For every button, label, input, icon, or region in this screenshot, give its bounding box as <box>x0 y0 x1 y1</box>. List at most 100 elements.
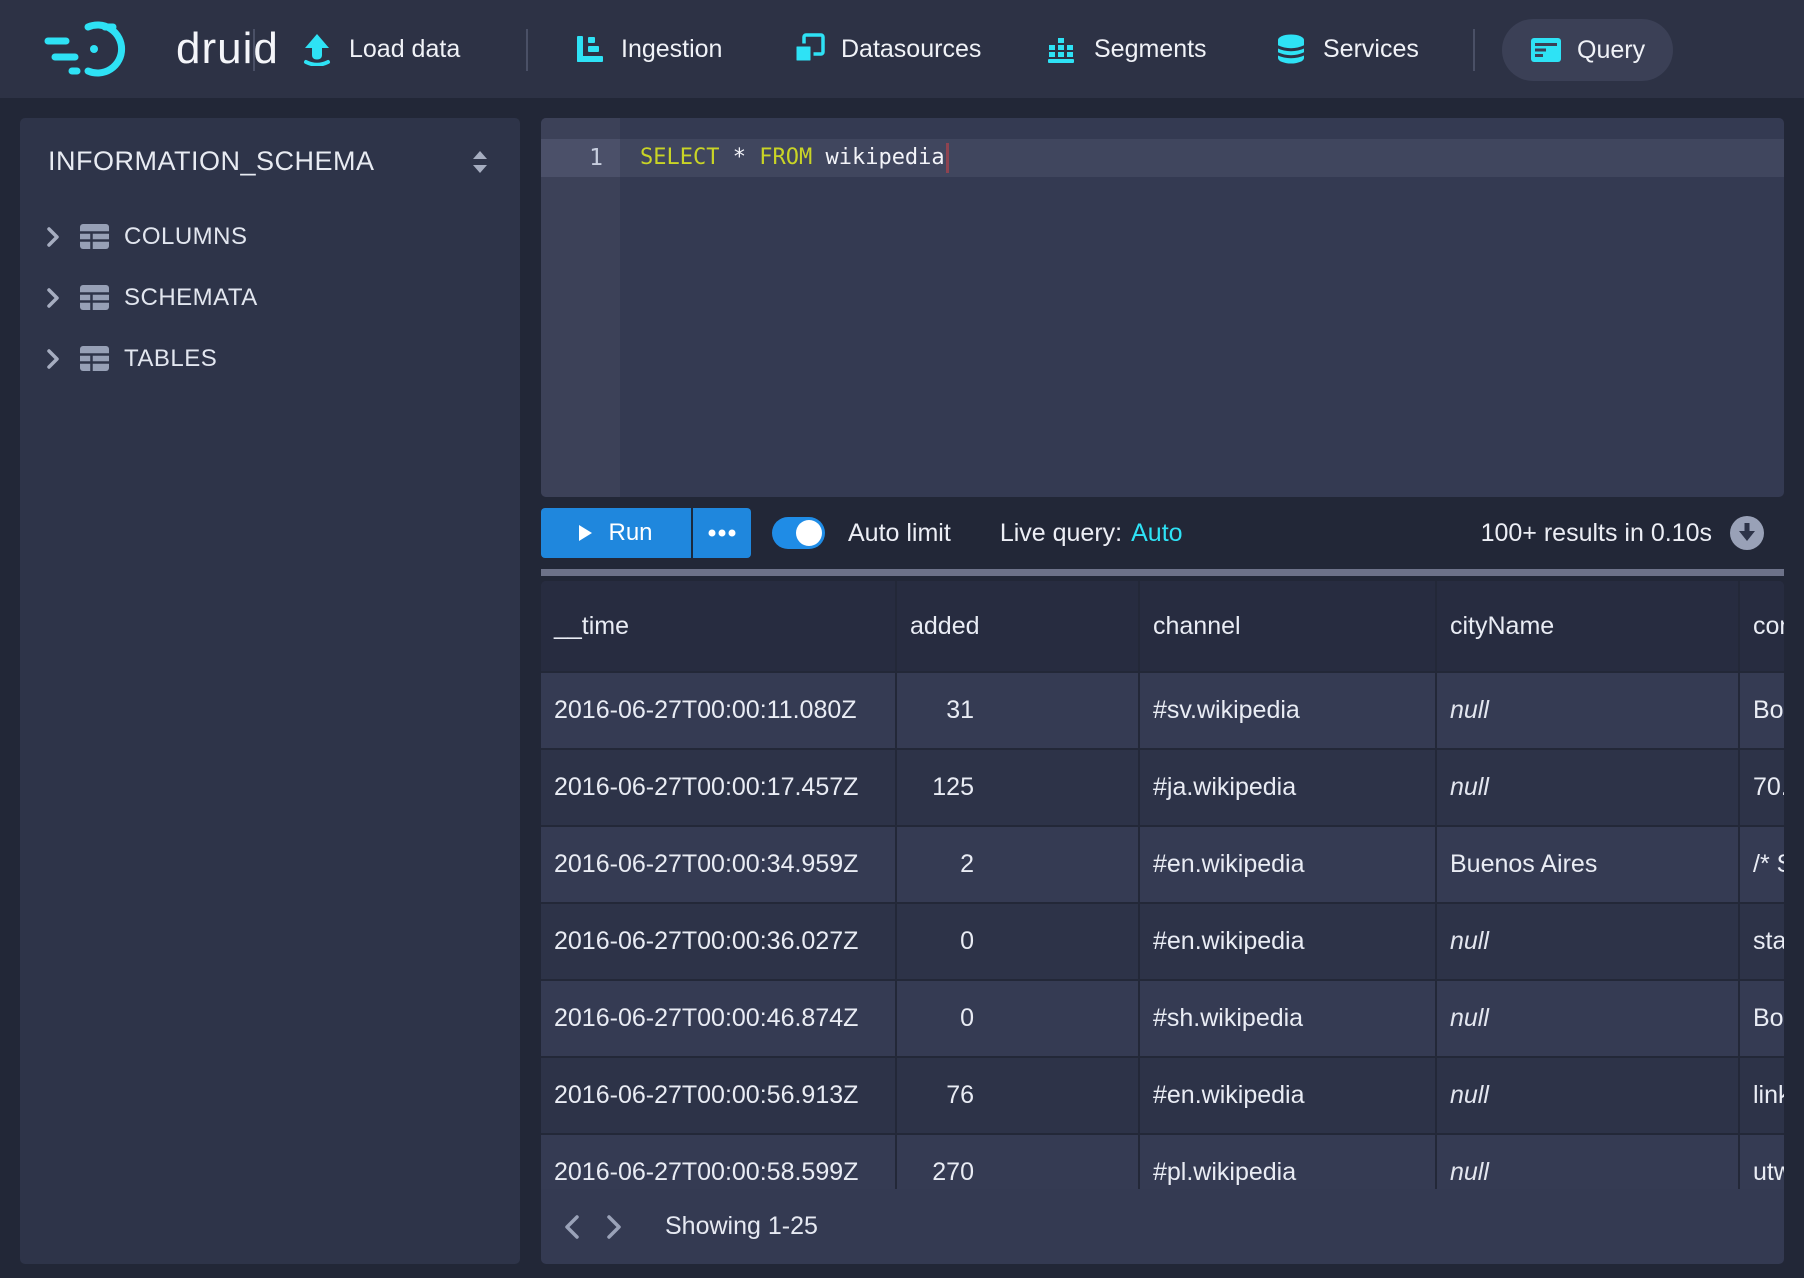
cell-time[interactable]: 2016-06-27T00:00:11.080Z <box>541 673 897 748</box>
run-bar: Run Auto limit Live query: Auto 100+ res… <box>541 497 1784 569</box>
services-icon <box>1274 32 1308 66</box>
cell-channel[interactable]: #en.wikipedia <box>1140 827 1437 902</box>
nav-item-ingestion[interactable]: Ingestion <box>574 0 722 98</box>
chevron-right-icon[interactable] <box>45 348 61 370</box>
cell-cityName[interactable]: null <box>1437 750 1740 825</box>
table-row: 2016-06-27T00:00:17.457Z 125 #ja.wikiped… <box>541 748 1784 825</box>
cell-time[interactable]: 2016-06-27T00:00:36.027Z <box>541 904 897 979</box>
column-header-cityName[interactable]: cityName <box>1437 581 1740 671</box>
nav-item-load-data[interactable]: Load data <box>300 0 460 98</box>
cell-comment[interactable]: 70. <box>1740 750 1784 825</box>
cell-time[interactable]: 2016-06-27T00:00:56.913Z <box>541 1058 897 1133</box>
cell-time[interactable]: 2016-06-27T00:00:46.874Z <box>541 981 897 1056</box>
table-header-row: __time added channel cityName comment <box>541 581 1784 671</box>
column-header-time[interactable]: __time <box>541 581 897 671</box>
table-row: 2016-06-27T00:00:56.913Z 76 #en.wikipedi… <box>541 1056 1784 1133</box>
auto-limit-label[interactable]: Auto limit <box>848 519 951 548</box>
cell-added[interactable]: 125 <box>897 750 1140 825</box>
text-cursor <box>946 143 949 173</box>
cell-added[interactable]: 76 <box>897 1058 1140 1133</box>
cell-channel[interactable]: #ja.wikipedia <box>1140 750 1437 825</box>
cell-added[interactable]: 0 <box>897 904 1140 979</box>
chevron-right-icon[interactable] <box>45 287 61 309</box>
run-button-label: Run <box>608 519 652 547</box>
cell-time[interactable]: 2016-06-27T00:00:34.959Z <box>541 827 897 902</box>
nav-item-services[interactable]: Services <box>1274 0 1419 98</box>
double-caret-vertical-icon[interactable] <box>472 150 488 179</box>
more-icon <box>708 529 736 537</box>
pagination-footer: Showing 1-25 <box>541 1189 1784 1264</box>
navbar-divider <box>1473 29 1475 71</box>
cell-added[interactable]: 2 <box>897 827 1140 902</box>
schema-sidebar: INFORMATION_SCHEMA COLUMNS <box>20 118 520 1264</box>
table-icon <box>79 223 110 250</box>
cell-channel[interactable]: #en.wikipedia <box>1140 904 1437 979</box>
page-previous-button[interactable] <box>551 1204 593 1250</box>
sql-text: wikipedia <box>812 145 944 170</box>
nav-item-label: Datasources <box>841 35 981 64</box>
druid-logo[interactable]: druid <box>42 0 279 98</box>
top-navbar: druid Load data Ingestion <box>0 0 1804 98</box>
ingestion-icon <box>574 33 606 65</box>
tree-item-tables[interactable]: TABLES <box>20 328 520 389</box>
download-results-button[interactable] <box>1728 514 1766 552</box>
line-number: 1 <box>541 139 603 177</box>
column-header-channel[interactable]: channel <box>1140 581 1437 671</box>
panel-resizer-handle[interactable] <box>541 569 1784 576</box>
play-icon <box>579 525 592 541</box>
query-icon <box>1530 36 1562 64</box>
cell-comment[interactable]: link <box>1740 1058 1784 1133</box>
chevron-right-icon[interactable] <box>45 226 61 248</box>
cell-time[interactable]: 2016-06-27T00:00:17.457Z <box>541 750 897 825</box>
tree-item-columns[interactable]: COLUMNS <box>20 206 520 267</box>
toggle-knob <box>796 520 822 546</box>
schema-tree: COLUMNS SCHEMATA <box>20 206 520 389</box>
table-row: 2016-06-27T00:00:36.027Z 0 #en.wikipedia… <box>541 902 1784 979</box>
nav-item-query-active[interactable]: Query <box>1502 19 1673 81</box>
cell-added[interactable]: 0 <box>897 981 1140 1056</box>
cell-channel[interactable]: #en.wikipedia <box>1140 1058 1437 1133</box>
cell-channel[interactable]: #sh.wikipedia <box>1140 981 1437 1056</box>
sql-text: * <box>719 145 759 170</box>
nav-item-label: Ingestion <box>621 35 722 64</box>
page-next-button[interactable] <box>593 1204 635 1250</box>
run-button-group: Run <box>541 508 751 558</box>
cell-cityName[interactable]: null <box>1437 673 1740 748</box>
sql-editor[interactable]: 1 SELECT * FROM wikipedia <box>541 118 1784 497</box>
results-summary: 100+ results in 0.10s <box>1481 519 1712 548</box>
query-view: 1 SELECT * FROM wikipedia Run Auto limit <box>541 118 1784 1264</box>
cell-comment[interactable]: sta <box>1740 904 1784 979</box>
tree-item-label: COLUMNS <box>124 223 248 251</box>
chevron-right-icon <box>605 1214 623 1240</box>
sql-query-line[interactable]: SELECT * FROM wikipedia <box>640 139 949 177</box>
table-row: 2016-06-27T00:00:34.959Z 2 #en.wikipedia… <box>541 825 1784 902</box>
cell-cityName[interactable]: null <box>1437 904 1740 979</box>
nav-item-label: Load data <box>349 35 460 64</box>
cell-comment[interactable]: Bot <box>1740 673 1784 748</box>
cell-cityName[interactable]: Buenos Aires <box>1437 827 1740 902</box>
tree-item-schemata[interactable]: SCHEMATA <box>20 267 520 328</box>
download-icon <box>1728 514 1766 552</box>
nav-item-datasources[interactable]: Datasources <box>792 0 981 98</box>
column-header-added[interactable]: added <box>897 581 1140 671</box>
tree-item-label: SCHEMATA <box>124 284 258 312</box>
schema-selector[interactable]: INFORMATION_SCHEMA <box>20 118 520 204</box>
auto-limit-toggle[interactable] <box>772 517 825 549</box>
live-query-value[interactable]: Auto <box>1131 519 1182 548</box>
sql-keyword: SELECT <box>640 145 719 170</box>
table-icon <box>79 345 110 372</box>
run-more-button[interactable] <box>691 508 751 558</box>
run-button[interactable]: Run <box>541 508 691 558</box>
segments-icon <box>1045 32 1079 66</box>
schema-title: INFORMATION_SCHEMA <box>48 146 375 177</box>
cell-cityName[interactable]: null <box>1437 981 1740 1056</box>
nav-item-segments[interactable]: Segments <box>1045 0 1207 98</box>
cell-cityName[interactable]: null <box>1437 1058 1740 1133</box>
cell-comment[interactable]: Bot <box>1740 981 1784 1056</box>
cell-channel[interactable]: #sv.wikipedia <box>1140 673 1437 748</box>
nav-item-label: Query <box>1577 36 1645 65</box>
column-header-comment[interactable]: comment <box>1740 581 1784 671</box>
upload-icon <box>300 32 334 66</box>
cell-comment[interactable]: /* S <box>1740 827 1784 902</box>
cell-added[interactable]: 31 <box>897 673 1140 748</box>
